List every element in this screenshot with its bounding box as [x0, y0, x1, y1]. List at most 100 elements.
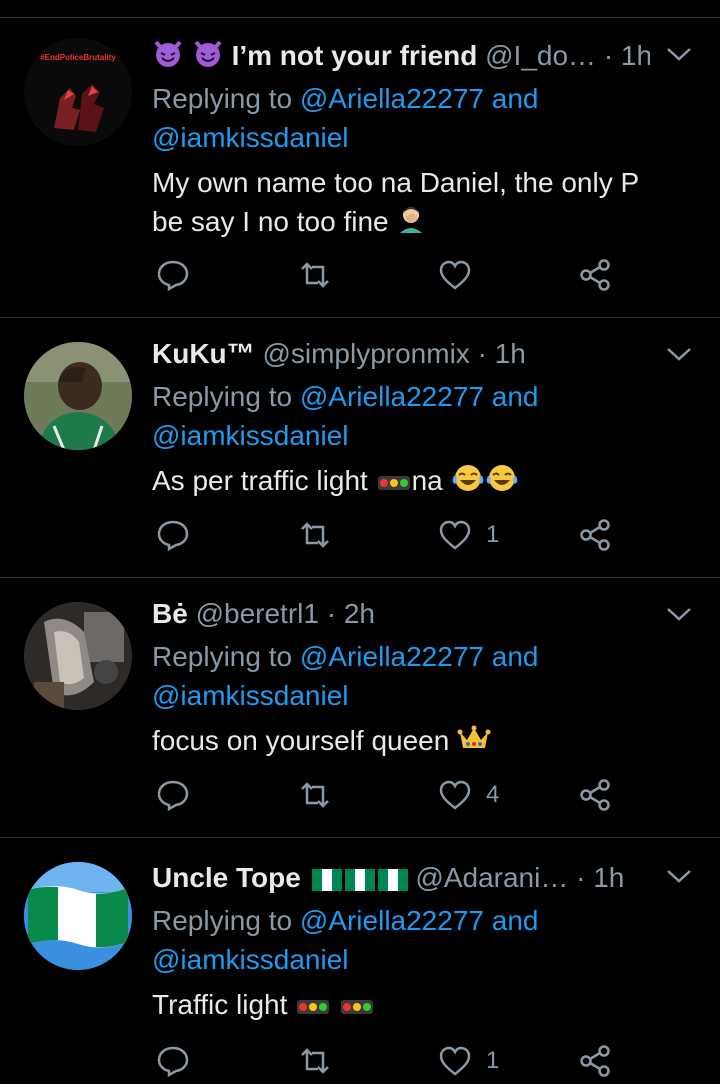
- tweet-actions: [152, 258, 622, 298]
- nigeria-flag-emoji-icon: [344, 868, 375, 891]
- share-button[interactable]: [578, 258, 612, 292]
- mention-link[interactable]: @Ariella22277: [300, 905, 484, 936]
- display-name[interactable]: Bė: [152, 598, 188, 629]
- like-button[interactable]: [438, 258, 486, 292]
- and-link[interactable]: and: [492, 641, 539, 672]
- user-handle[interactable]: @simplypronmix: [262, 338, 469, 369]
- reply-button[interactable]: [156, 258, 190, 292]
- nigeria-flag-emoji-icon: [377, 868, 408, 891]
- tweet-actions: 1: [152, 518, 622, 558]
- nigeria-flag-emoji-icon: [311, 868, 342, 891]
- timestamp[interactable]: · 2h: [327, 598, 375, 629]
- share-button[interactable]: [578, 518, 612, 552]
- replying-to-label: Replying to: [152, 83, 293, 114]
- like-icon: [439, 260, 471, 290]
- avatar[interactable]: #EndPoliceBrutality: [24, 38, 132, 146]
- like-count: 1: [486, 521, 500, 548]
- user-photo-avatar-icon: [24, 602, 132, 710]
- tweet-2[interactable]: KuKu™ @simplypronmix · 1h Replying to @A…: [0, 318, 720, 578]
- smiling-devil-emoji-icon: [192, 38, 224, 77]
- reply-button[interactable]: [156, 518, 190, 552]
- replying-to-label: Replying to: [152, 905, 293, 936]
- tweet-text: Traffic light: [152, 985, 680, 1024]
- share-button[interactable]: [578, 778, 612, 812]
- and-link[interactable]: and: [492, 83, 539, 114]
- traffic-light-emoji-icon: [340, 999, 373, 1014]
- reply-icon: [157, 1046, 189, 1078]
- chevron-down-icon[interactable]: [664, 866, 694, 886]
- like-count: 4: [486, 781, 500, 808]
- tweet-text-word: na: [411, 465, 443, 496]
- share-icon: [580, 519, 610, 551]
- reply-icon: [157, 260, 189, 292]
- and-link[interactable]: and: [492, 905, 539, 936]
- timestamp[interactable]: · 1h: [576, 862, 624, 893]
- retweet-button[interactable]: [298, 1044, 332, 1078]
- mention-link[interactable]: @iamkissdaniel: [152, 680, 349, 711]
- tweet-3[interactable]: Bė @beretrl1 · 2h Replying to @Ariella22…: [0, 578, 720, 838]
- retweet-icon: [301, 1048, 329, 1074]
- mention-link[interactable]: @iamkissdaniel: [152, 420, 349, 451]
- retweet-icon: [301, 782, 329, 808]
- like-button[interactable]: 4: [438, 778, 499, 812]
- avatar[interactable]: [24, 602, 132, 710]
- mention-link[interactable]: @iamkissdaniel: [152, 944, 349, 975]
- like-count: 1: [486, 1047, 500, 1074]
- like-icon: [439, 520, 471, 550]
- share-button[interactable]: [578, 1044, 612, 1078]
- tweet-header: Uncle Tope @Adarani… · 1h: [152, 860, 650, 896]
- replying-to-label: Replying to: [152, 641, 293, 672]
- crown-emoji-icon: [457, 723, 491, 762]
- tweet-text: My own name too na Daniel, the only P be…: [152, 163, 680, 245]
- retweet-button[interactable]: [298, 258, 332, 292]
- retweet-button[interactable]: [298, 518, 332, 552]
- tears-of-joy-emoji-icon: [485, 462, 519, 504]
- mention-link[interactable]: @Ariella22277: [300, 83, 484, 114]
- facepalm-emoji-icon: [396, 203, 428, 245]
- and-link[interactable]: and: [492, 381, 539, 412]
- avatar-text: #EndPoliceBrutality: [40, 53, 116, 62]
- tweet-header: Bė @beretrl1 · 2h: [152, 596, 650, 632]
- tweet-text-line: be say I no too fine: [152, 206, 389, 237]
- reply-button[interactable]: [156, 778, 190, 812]
- tweet-text-line: As per traffic light: [152, 465, 368, 496]
- retweet-button[interactable]: [298, 778, 332, 812]
- timestamp[interactable]: · 1h: [478, 338, 526, 369]
- tweet-text-line: focus on yourself queen: [152, 725, 450, 756]
- tweet-actions: 1: [152, 1044, 622, 1084]
- user-handle[interactable]: @I_do…: [485, 40, 596, 71]
- display-name[interactable]: Uncle Tope: [152, 862, 301, 893]
- avatar[interactable]: [24, 862, 132, 970]
- smiling-devil-emoji-icon: [152, 38, 184, 77]
- chevron-down-icon[interactable]: [664, 604, 694, 624]
- tweet-header: KuKu™ @simplypronmix · 1h: [152, 336, 650, 372]
- user-handle[interactable]: @beretrl1: [196, 598, 319, 629]
- user-handle[interactable]: @Adarani…: [415, 862, 568, 893]
- replying-to: Replying to @Ariella22277 and @iamkissda…: [152, 637, 538, 715]
- share-icon: [580, 779, 610, 811]
- tweet-1[interactable]: #EndPoliceBrutality I’m not your friend …: [0, 0, 720, 318]
- display-name[interactable]: I’m not your friend: [232, 40, 478, 71]
- like-button[interactable]: 1: [438, 1044, 499, 1078]
- traffic-light-emoji-icon: [297, 999, 330, 1014]
- tweet-text: As per traffic light na: [152, 461, 680, 504]
- replying-to: Replying to @Ariella22277 and @iamkissda…: [152, 79, 538, 157]
- timestamp[interactable]: · 1h: [604, 40, 650, 71]
- like-button[interactable]: 1: [438, 518, 499, 552]
- display-name[interactable]: KuKu™: [152, 338, 255, 369]
- reply-icon: [157, 520, 189, 552]
- retweet-icon: [301, 522, 329, 548]
- mention-link[interactable]: @Ariella22277: [300, 641, 484, 672]
- replying-to: Replying to @Ariella22277 and @iamkissda…: [152, 377, 538, 455]
- share-icon: [580, 1045, 610, 1077]
- avatar[interactable]: [24, 342, 132, 450]
- tweet-actions: 4: [152, 778, 622, 818]
- reply-icon: [157, 780, 189, 812]
- mention-link[interactable]: @Ariella22277: [300, 381, 484, 412]
- reply-button[interactable]: [156, 1044, 190, 1078]
- chevron-down-icon[interactable]: [664, 44, 694, 64]
- tweet-4[interactable]: Uncle Tope @Adarani… · 1h Replying to @A…: [0, 838, 720, 1078]
- like-icon: [439, 1046, 471, 1076]
- mention-link[interactable]: @iamkissdaniel: [152, 122, 349, 153]
- chevron-down-icon[interactable]: [664, 344, 694, 364]
